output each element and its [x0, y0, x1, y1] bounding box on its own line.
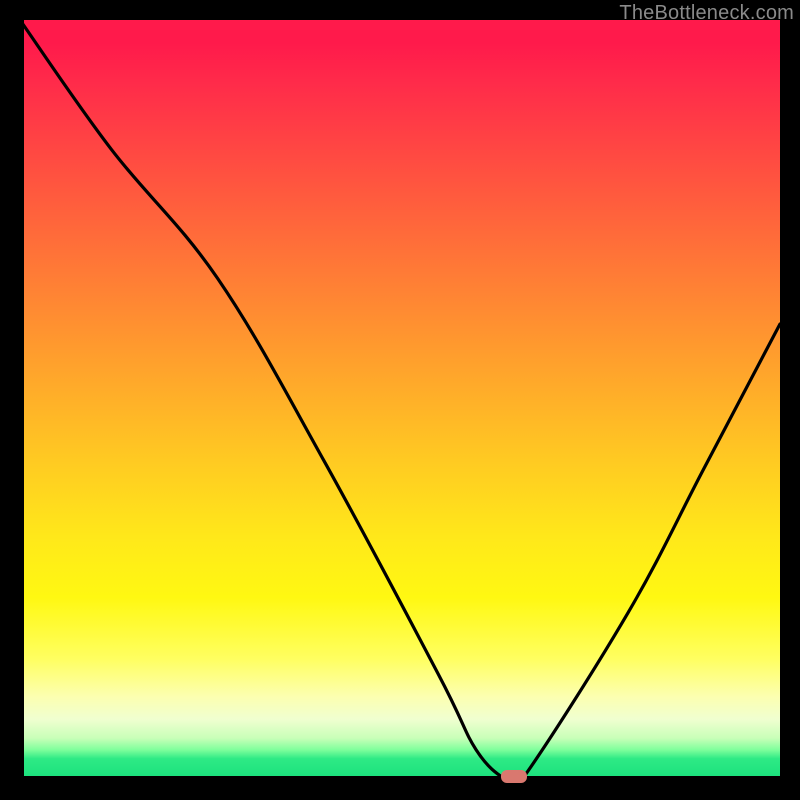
y-axis [20, 20, 24, 780]
watermark-text: TheBottleneck.com [619, 2, 794, 25]
bottleneck-chart: TheBottleneck.com [0, 0, 800, 800]
plot-background-gradient [20, 20, 780, 780]
x-axis [20, 776, 780, 780]
